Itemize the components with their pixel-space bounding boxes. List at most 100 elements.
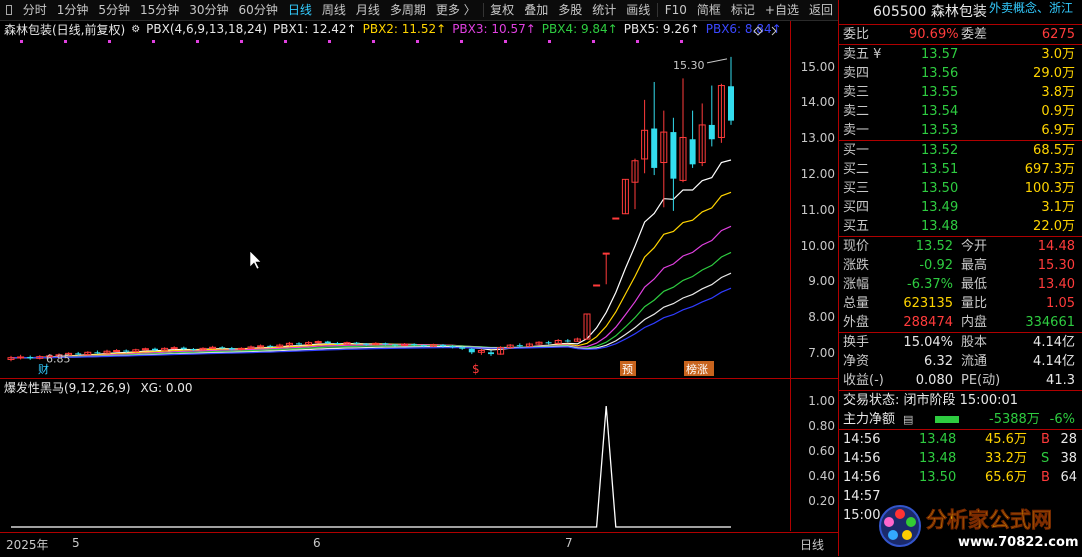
quote-panel: 605500 森林包装 外卖概念、浙江 委比 90.69% 委差 6275 卖五…	[838, 0, 1082, 556]
logo-title: 分析家公式网	[926, 508, 1052, 532]
toolbar-item-13[interactable]: 多股	[553, 0, 587, 20]
candle-63	[612, 217, 620, 220]
candle-56	[545, 340, 552, 345]
pbx4-line	[10, 251, 732, 359]
toolbar-item-5[interactable]: 60分钟	[234, 0, 283, 20]
sub-indicator-chart[interactable]	[0, 396, 790, 531]
y-tick-7: 8.00	[808, 310, 835, 325]
toolbar-item-17[interactable]: 简框	[692, 0, 726, 20]
list-icon[interactable]: ▤	[903, 410, 913, 429]
candle-body	[219, 347, 226, 349]
buy-row-1[interactable]: 买二 13.51 697.3万	[839, 160, 1082, 179]
toolbar-item-2[interactable]: 5分钟	[93, 0, 135, 20]
sell-row-4[interactable]: 卖一 13.53 6.9万	[839, 121, 1082, 140]
toolbar-item-4[interactable]: 30分钟	[184, 0, 233, 20]
toolbar-item-0[interactable]: 分时	[18, 0, 52, 20]
toolbar-item-10[interactable]: 更多 〉	[431, 0, 481, 20]
candle-body	[353, 342, 360, 344]
concept-tags[interactable]: 外卖概念、浙江	[989, 0, 1073, 20]
candle-body	[123, 350, 130, 352]
pbx1-line	[10, 159, 732, 359]
tick-row-0[interactable]: 14:56 13.48 45.6万 B 28	[839, 430, 1082, 449]
toolbar-item-19[interactable]: +自选	[760, 0, 804, 20]
candle-62	[602, 252, 610, 285]
sell-row-3[interactable]: 卖二 13.54 0.9万	[839, 102, 1082, 121]
y-tick-8: 7.00	[808, 346, 835, 361]
buy-row-2[interactable]: 买三 13.50 100.3万	[839, 179, 1082, 198]
sub-indicator-name[interactable]: 爆发性黑马(9,12,26,9)	[4, 381, 131, 395]
tick-row-1[interactable]: 14:56 13.48 33.2万 S 38	[839, 449, 1082, 468]
panel-toggle-icon[interactable]	[6, 5, 12, 15]
candle-16	[161, 347, 169, 351]
toolbar-item-6[interactable]: 日线	[283, 0, 317, 20]
marker-dot	[196, 40, 199, 43]
toolbar-item-11[interactable]: 复权	[485, 0, 519, 20]
candle-13	[132, 348, 140, 353]
sell-row-2[interactable]: 卖三 13.55 3.8万	[839, 83, 1082, 102]
candle-55	[535, 341, 543, 346]
stock-code-name: 605500 森林包装	[873, 4, 987, 20]
trade-status-row: 交易状态: 闭市阶段 15:00:01	[843, 393, 1019, 408]
candle-body	[170, 347, 178, 350]
toolbar-item-7[interactable]: 周线	[317, 0, 351, 20]
toolbar-item-18[interactable]: 标记	[726, 0, 760, 20]
site-logo: 分析家公式网 www.70822.com	[879, 505, 1079, 550]
stat-row-1[interactable]: 涨跌 -0.92 最高 15.30	[839, 256, 1082, 275]
tick-row-2[interactable]: 14:56 13.50 65.6万 B 64	[839, 468, 1082, 487]
marker-dot	[592, 40, 595, 43]
sell-row-0[interactable]: 卖五 ¥13.57 3.0万	[839, 45, 1082, 64]
sub-y-tick-2: 0.60	[808, 444, 835, 459]
sell-row-1[interactable]: 卖四 13.56 29.0万	[839, 64, 1082, 83]
stat-row-2[interactable]: 涨幅 -6.37% 最低 13.40	[839, 275, 1082, 294]
chevron-right-icon	[771, 26, 777, 36]
toolbar-item-8[interactable]: 月线	[351, 0, 385, 20]
stat2-row-1[interactable]: 净资 6.32 流通 4.14亿	[839, 352, 1082, 371]
marker-dot	[372, 40, 375, 43]
toolbar-item-20[interactable]: 返回	[804, 0, 838, 20]
candle-body	[449, 346, 456, 348]
y-tick-1: 14.00	[800, 95, 835, 110]
toolbar-item-1[interactable]: 1分钟	[52, 0, 94, 20]
candle-73	[708, 85, 715, 147]
candle-66	[641, 99, 649, 174]
xg-line	[11, 405, 731, 528]
candle-body	[545, 342, 552, 344]
marker-dot	[680, 40, 683, 43]
toolbar-item-15[interactable]: 画线	[621, 0, 655, 20]
y-tick-3: 12.00	[800, 167, 835, 182]
candle-body	[651, 128, 658, 168]
stat-row-4[interactable]: 外盘 288474 内盘 334661	[839, 313, 1082, 332]
toolbar-item-9[interactable]: 多周期	[385, 0, 431, 20]
pbx3-line	[10, 225, 732, 359]
sub-y-tick-1: 0.80	[808, 419, 835, 434]
candle-body	[516, 345, 523, 347]
stat-row-0[interactable]: 现价 13.52 今开 14.48	[839, 237, 1082, 256]
marker-dot	[328, 40, 331, 43]
candle-71	[689, 110, 696, 168]
buy-row-0[interactable]: 买一 13.52 68.5万	[839, 141, 1082, 160]
buy-row-4[interactable]: 买五 13.48 22.0万	[839, 217, 1082, 236]
toolbar-item-14[interactable]: 统计	[587, 0, 621, 20]
candle-body	[459, 347, 466, 349]
candle-25	[247, 345, 255, 350]
toolbar-item-12[interactable]: 叠加	[519, 0, 553, 20]
marker-dot	[636, 40, 639, 43]
buy-row-3[interactable]: 买四 13.49 3.1万	[839, 198, 1082, 217]
stat2-row-2[interactable]: 收益(-) 0.080 PE(动) 41.3	[839, 371, 1082, 390]
toolbar-item-3[interactable]: 15分钟	[135, 0, 184, 20]
candle-52	[506, 344, 514, 349]
candle-74	[717, 83, 725, 143]
candle-body	[27, 356, 34, 359]
period-label[interactable]: 日线	[800, 536, 824, 553]
candle-body	[363, 343, 370, 345]
stat-row-3[interactable]: 总量 623135 量比 1.05	[839, 294, 1082, 313]
stat2-row-0[interactable]: 换手 15.04% 股本 4.14亿	[839, 333, 1082, 352]
toolbar-item-16[interactable]: F10	[660, 0, 692, 20]
candle-body	[612, 217, 620, 220]
marker-dot	[460, 40, 463, 43]
panel-divider	[0, 378, 838, 379]
candle-51	[497, 346, 505, 355]
quote-title-row: 605500 森林包装 外卖概念、浙江	[839, 0, 1082, 24]
candlestick-chart[interactable]: 15.30 6.85财 $ 预 榜涨	[0, 21, 790, 378]
quote-stats: 现价 13.52 今开 14.48 涨跌 -0.92 最高 15.30 涨幅 -6.37% 最低 13…	[839, 237, 1082, 332]
